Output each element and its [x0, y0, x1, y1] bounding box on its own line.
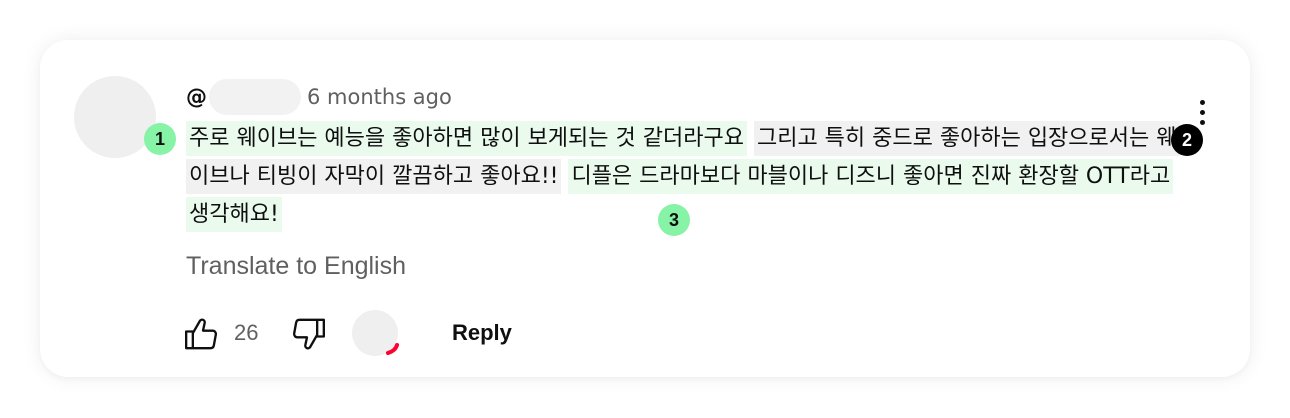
commenter-avatar[interactable] — [74, 76, 156, 158]
reply-button[interactable]: Reply — [452, 320, 512, 346]
handle-redacted[interactable] — [209, 79, 301, 115]
creator-heart-icon — [386, 343, 399, 355]
comment-timestamp[interactable]: 6 months ago — [307, 85, 452, 109]
like-button[interactable] — [182, 314, 222, 354]
handle-at-sign[interactable]: @ — [186, 85, 207, 109]
annotation-badge-3: 3 — [658, 204, 690, 236]
thumbs-up-icon — [185, 318, 218, 350]
like-count: 26 — [234, 320, 259, 345]
more-vert-icon-dot — [1200, 110, 1205, 115]
dislike-button[interactable] — [288, 314, 328, 354]
comment-segment-1: 주로 웨이브는 예능을 좋아하면 많이 보게되는 것 같더라구요 — [186, 121, 747, 156]
comment-header: @ 6 months ago — [186, 79, 452, 115]
thumbs-down-icon — [292, 318, 325, 350]
creator-heart-button[interactable] — [352, 310, 404, 362]
more-vert-icon — [1200, 100, 1205, 105]
annotation-badge-1: 1 — [144, 123, 176, 155]
more-vert-icon-dot — [1200, 120, 1205, 125]
translate-link[interactable]: Translate to English — [186, 252, 406, 281]
annotation-badge-2: 2 — [1171, 124, 1203, 156]
